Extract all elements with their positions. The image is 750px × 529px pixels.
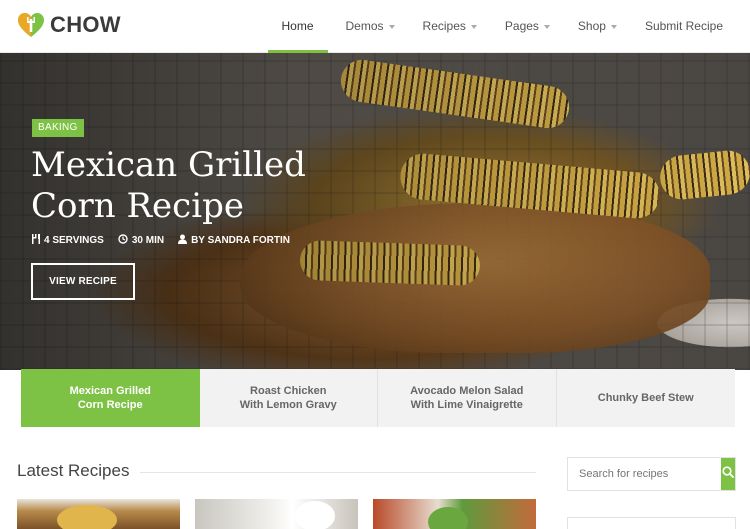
nav-pages[interactable]: Pages xyxy=(491,0,564,52)
slider-tab-line1: Roast Chicken xyxy=(250,385,327,397)
slider-tab-line1: Avocado Melon Salad xyxy=(410,385,524,397)
recipe-card-image[interactable] xyxy=(373,499,536,529)
heart-fork-logo-icon xyxy=(17,12,45,38)
hero-title[interactable]: Mexican Grilled Corn Recipe xyxy=(31,145,351,227)
nav-home[interactable]: Home xyxy=(267,0,328,53)
author-meta[interactable]: BY SANDRA FORTIN xyxy=(178,234,290,247)
nav-shop[interactable]: Shop xyxy=(564,0,631,52)
nav-recipes-label: Recipes xyxy=(422,19,466,33)
nav-home-label: Home xyxy=(281,19,314,33)
slider-tab-line2: With Lime Vinaigrette xyxy=(410,399,523,411)
nav-submit-recipe[interactable]: Submit Recipe xyxy=(631,0,750,52)
hero-slider-tabs: Mexican Grilled Corn Recipe Roast Chicke… xyxy=(21,369,735,427)
user-icon xyxy=(178,234,191,247)
utensils-icon xyxy=(32,234,44,247)
search-button[interactable] xyxy=(721,458,735,490)
time-meta: 30 MIN xyxy=(118,234,164,247)
recipe-meta: 4 SERVINGS 30 MIN BY SANDRA FORTIN xyxy=(32,234,304,247)
slider-tab-line2: Corn Recipe xyxy=(77,399,143,411)
recipe-card-image[interactable] xyxy=(195,499,358,529)
sidebar-widget xyxy=(567,517,736,529)
search-input[interactable] xyxy=(568,458,721,490)
caret-down-icon xyxy=(388,24,395,29)
brand-name: CHOW xyxy=(50,12,121,37)
nav-demos-label: Demos xyxy=(345,19,384,33)
salad-image-detail xyxy=(428,507,468,529)
nav-recipes[interactable]: Recipes xyxy=(409,0,491,52)
corn-image-detail xyxy=(57,505,117,529)
recipe-search xyxy=(567,457,736,491)
nav-shop-label: Shop xyxy=(577,19,606,33)
nav-submit-recipe-label: Submit Recipe xyxy=(644,19,723,33)
servings-text: 4 SERVINGS xyxy=(44,235,104,246)
heading-divider xyxy=(140,472,536,473)
caret-down-icon xyxy=(543,24,550,29)
time-text: 30 MIN xyxy=(131,235,165,246)
slider-tab-mexican-grilled-corn[interactable]: Mexican Grilled Corn Recipe xyxy=(21,369,200,427)
nav-demos[interactable]: Demos xyxy=(332,0,409,52)
site-logo[interactable]: CHOW xyxy=(17,11,121,39)
slider-tab-chunky-beef-stew[interactable]: Chunky Beef Stew xyxy=(556,369,735,427)
caret-down-icon xyxy=(470,24,477,29)
nav-pages-label: Pages xyxy=(504,19,539,33)
cream-image-detail xyxy=(295,501,335,529)
caret-down-icon xyxy=(610,24,617,29)
search-icon xyxy=(722,465,734,483)
view-recipe-button[interactable]: VIEW RECIPE xyxy=(31,263,135,300)
site-header: CHOW Home Demos Recipes Pages Shop Submi… xyxy=(0,0,750,53)
category-badge[interactable]: BAKING xyxy=(32,119,84,137)
author-text: BY SANDRA FORTIN xyxy=(191,235,290,246)
hero-banner[interactable]: BAKING Mexican Grilled Corn Recipe 4 SER… xyxy=(0,53,750,370)
recipe-card-image[interactable] xyxy=(17,499,180,529)
clock-icon xyxy=(118,234,132,247)
latest-recipes-heading: Latest Recipes xyxy=(17,461,130,480)
slider-tab-roast-chicken[interactable]: Roast Chicken With Lemon Gravy xyxy=(199,369,378,427)
slider-tab-line1: Mexican Grilled xyxy=(69,385,151,397)
slider-tab-line1: Chunky Beef Stew xyxy=(597,392,694,404)
main-nav: Home Demos Recipes Pages Shop Submit Rec… xyxy=(267,0,750,53)
slider-tab-line2: With Lemon Gravy xyxy=(239,399,337,411)
servings-meta: 4 SERVINGS xyxy=(32,234,104,247)
slider-tab-avocado-melon-salad[interactable]: Avocado Melon Salad With Lime Vinaigrett… xyxy=(378,369,557,427)
